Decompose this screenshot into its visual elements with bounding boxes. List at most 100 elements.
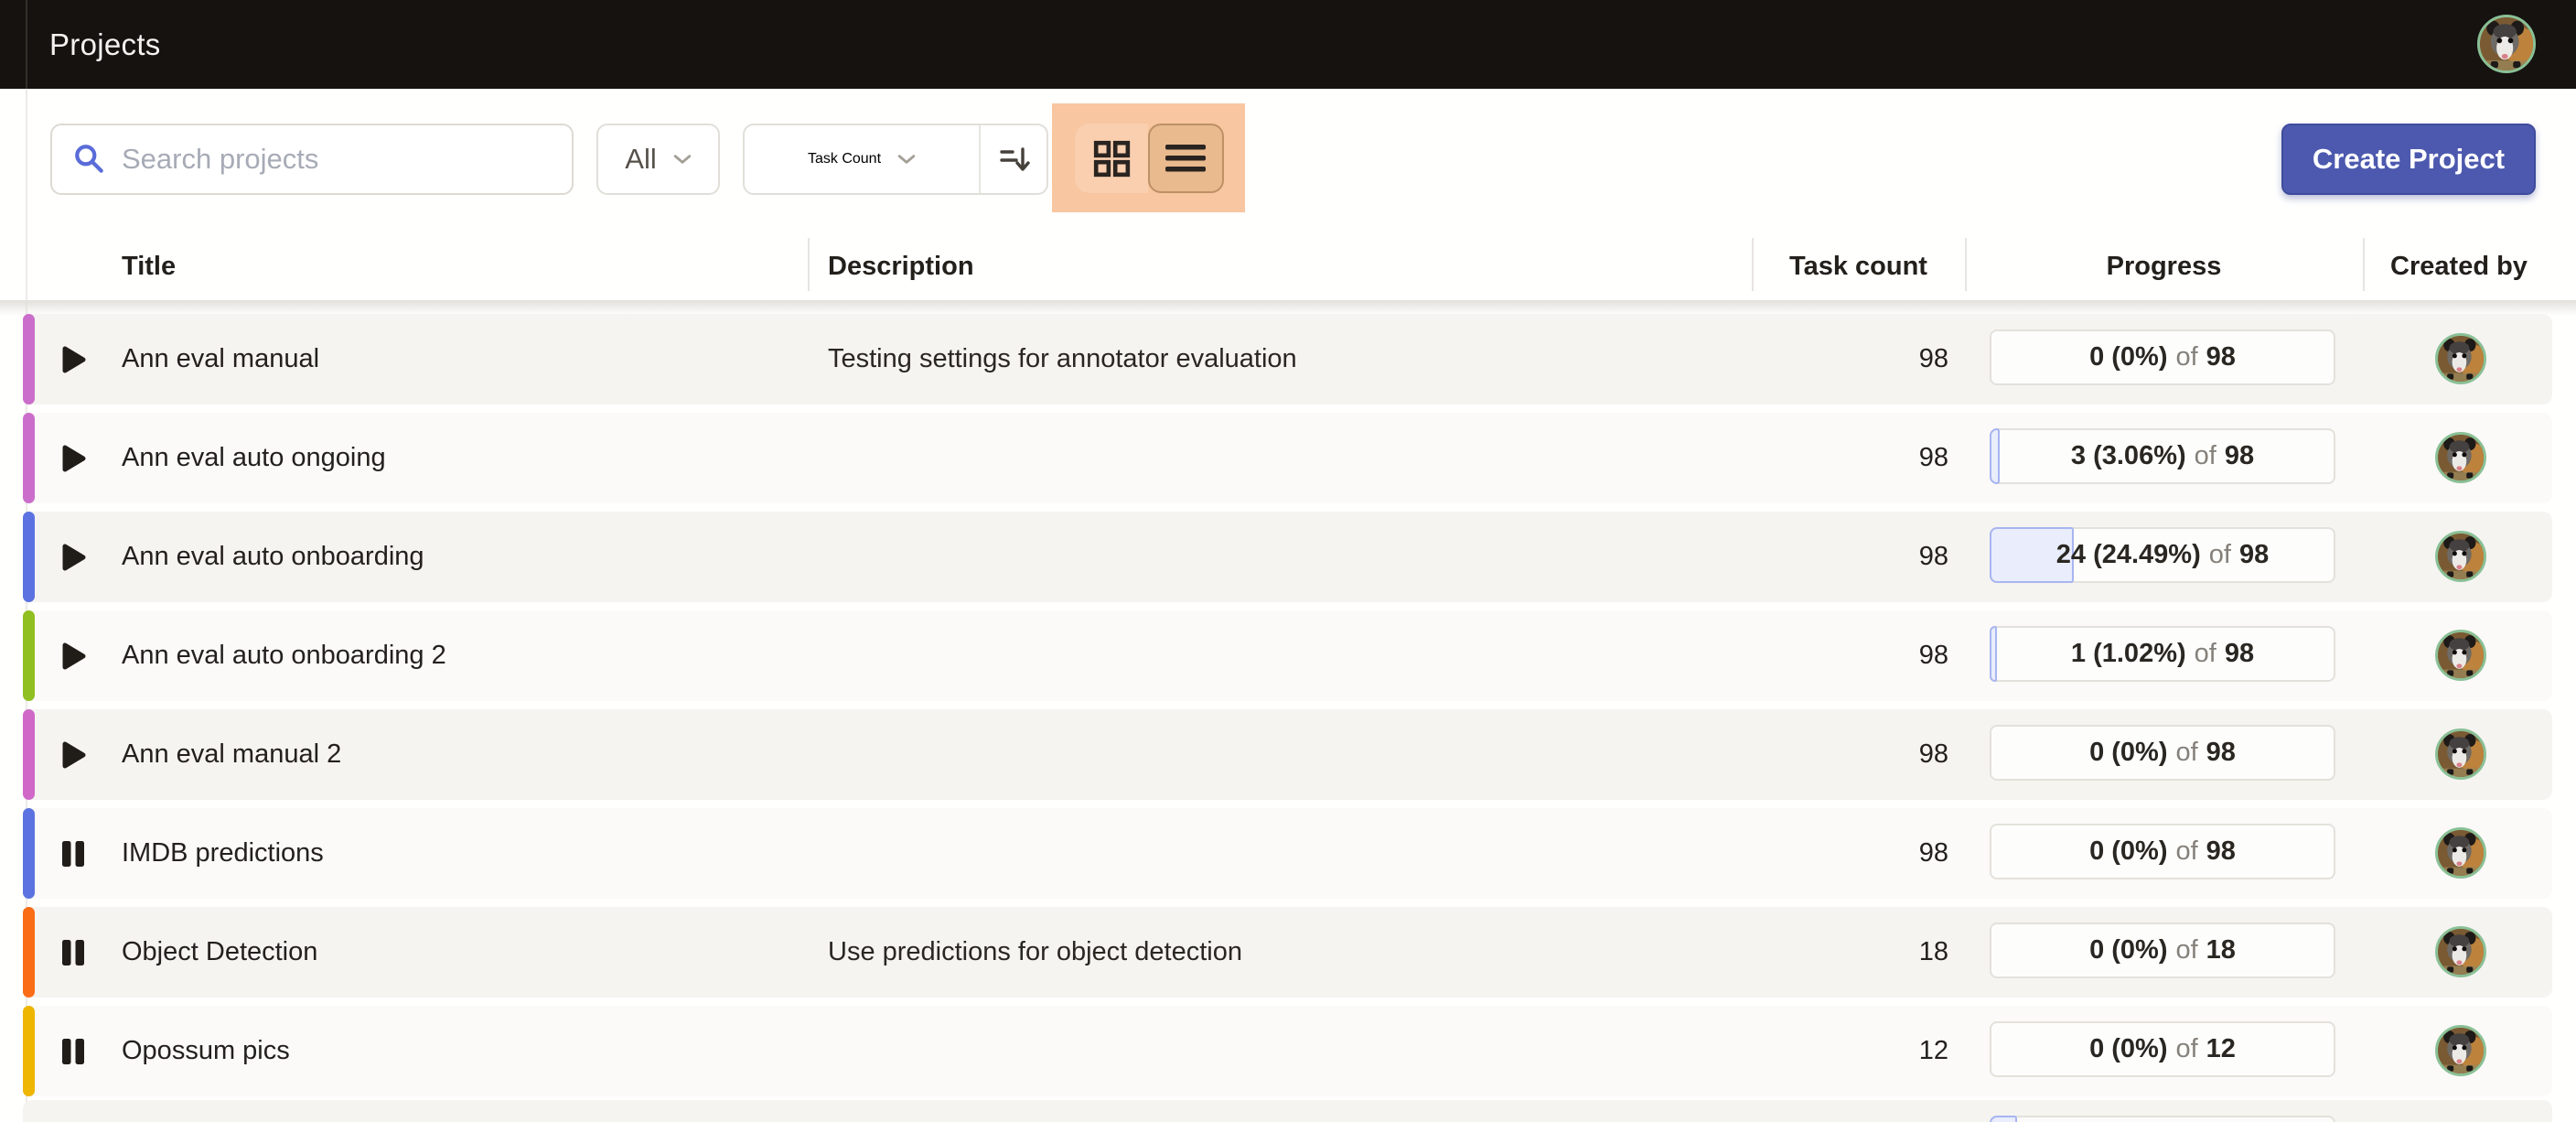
task-count-value: 98	[1752, 709, 1948, 800]
progress-bar: 0 (0%)of12	[1990, 1021, 2335, 1077]
progress-bar: 0 (0%)of98	[1990, 725, 2335, 781]
sort-direction-button[interactable]	[981, 125, 1046, 193]
opossum-avatar	[2438, 435, 2484, 480]
list-view-button[interactable]	[1148, 124, 1225, 193]
page-title: Projects	[49, 0, 161, 89]
projects-page: Projects All Task Count	[0, 0, 2576, 1122]
column-header-created-by: Created by	[2363, 231, 2555, 302]
sort-field-value: Task Count	[808, 151, 881, 167]
filter-dropdown[interactable]: All	[596, 124, 720, 195]
task-count-value: 98	[1752, 413, 1948, 503]
pause-icon[interactable]	[58, 907, 89, 998]
progress-bar	[1990, 1116, 2335, 1122]
project-row[interactable]: Ann eval auto onboarding 2 98 1 (1.02%)o…	[23, 610, 2552, 701]
project-title: Ann eval manual 2	[122, 709, 341, 800]
task-count-value	[1752, 1100, 1948, 1122]
pause-icon[interactable]	[58, 1006, 89, 1096]
play-icon[interactable]	[58, 314, 89, 405]
task-count-value: 98	[1752, 808, 1948, 899]
project-color-stripe	[23, 1006, 35, 1096]
task-count-value: 98	[1752, 314, 1948, 405]
task-count-value: 18	[1752, 907, 1948, 998]
list-view-icon	[1164, 142, 1208, 175]
project-row[interactable]: Ann eval manual Testing settings for ann…	[23, 314, 2552, 405]
opossum-avatar	[2438, 336, 2484, 382]
project-row[interactable]: Opossum pics 12 0 (0%)of12	[23, 1006, 2552, 1096]
project-row[interactable]: Ann eval auto onboarding 98 24 (24.49%)o…	[23, 512, 2552, 602]
grid-view-button[interactable]	[1075, 124, 1148, 193]
project-color-stripe	[23, 413, 35, 503]
user-avatar[interactable]	[2477, 15, 2536, 73]
view-toggle	[1075, 124, 1224, 193]
progress-label: 0 (0%)of18	[2089, 935, 2236, 966]
progress-label: 0 (0%)of12	[2089, 1034, 2236, 1064]
progress-fill	[1990, 428, 2000, 484]
opossum-avatar	[2438, 632, 2484, 678]
chevron-down-icon	[897, 154, 916, 165]
task-count-value: 98	[1752, 512, 1948, 602]
project-row[interactable]: Ann eval auto ongoing 98 3 (3.06%)of98	[23, 413, 2552, 503]
task-count-value: 12	[1752, 1006, 1948, 1096]
project-title: Ann eval auto ongoing	[122, 413, 386, 503]
opossum-avatar	[2438, 830, 2484, 876]
creator-avatar	[2435, 728, 2486, 780]
column-header-title: Title	[122, 231, 176, 302]
project-row[interactable]	[23, 1100, 2552, 1122]
opossum-avatar	[2438, 731, 2484, 777]
progress-bar: 24 (24.49%)of98	[1990, 527, 2335, 583]
app-header: Projects	[0, 0, 2576, 89]
play-icon[interactable]	[58, 610, 89, 701]
toolbar: All Task Count Create Projec	[0, 89, 2576, 235]
search-icon	[72, 142, 107, 177]
creator-avatar	[2435, 630, 2486, 681]
progress-label: 0 (0%)of98	[2089, 836, 2236, 867]
project-title: Object Detection	[122, 907, 317, 998]
project-row[interactable]: IMDB predictions 98 0 (0%)of98	[23, 808, 2552, 899]
project-color-stripe	[23, 808, 35, 899]
column-header-task-count: Task count	[1752, 231, 1965, 302]
project-description: Use predictions for object detection	[828, 907, 1242, 998]
sort-field-dropdown[interactable]: Task Count	[745, 151, 979, 167]
progress-bar: 3 (3.06%)of98	[1990, 428, 2335, 484]
progress-label: 24 (24.49%)of98	[2056, 540, 2269, 570]
search-input[interactable]	[120, 142, 572, 177]
creator-avatar	[2435, 1025, 2486, 1076]
play-icon[interactable]	[58, 709, 89, 800]
view-toggle-highlight	[1052, 103, 1245, 212]
creator-avatar	[2435, 926, 2486, 977]
project-title: Ann eval auto onboarding	[122, 512, 424, 602]
opossum-avatar	[2438, 1028, 2484, 1073]
creator-avatar	[2435, 333, 2486, 384]
chevron-down-icon	[673, 154, 692, 165]
grid-view-icon	[1092, 139, 1131, 178]
column-header-progress: Progress	[1965, 231, 2363, 302]
project-color-stripe	[23, 610, 35, 701]
progress-label: 0 (0%)of98	[2089, 738, 2236, 768]
layout-seam	[26, 0, 27, 89]
sort-descending-icon	[995, 141, 1032, 178]
progress-fill	[1990, 1116, 2017, 1122]
create-project-button[interactable]: Create Project	[2281, 124, 2536, 195]
play-icon[interactable]	[58, 512, 89, 602]
project-row[interactable]: Object Detection Use predictions for obj…	[23, 907, 2552, 998]
project-title: IMDB predictions	[122, 808, 324, 899]
project-color-stripe	[23, 314, 35, 405]
project-title: Ann eval manual	[122, 314, 319, 405]
column-divider	[808, 238, 810, 291]
creator-avatar	[2435, 827, 2486, 879]
opossum-avatar	[2438, 929, 2484, 975]
progress-label: 1 (1.02%)of98	[2071, 639, 2254, 669]
project-title: Ann eval auto onboarding 2	[122, 610, 446, 701]
project-row[interactable]: Ann eval manual 2 98 0 (0%)of98	[23, 709, 2552, 800]
play-icon[interactable]	[58, 413, 89, 503]
opossum-avatar	[2480, 17, 2533, 70]
creator-avatar	[2435, 432, 2486, 483]
progress-bar: 0 (0%)of18	[1990, 922, 2335, 978]
project-description: Testing settings for annotator evaluatio…	[828, 314, 1297, 405]
project-title: Opossum pics	[122, 1006, 290, 1096]
filter-value: All	[625, 143, 656, 176]
pause-icon[interactable]	[58, 808, 89, 899]
project-color-stripe	[23, 512, 35, 602]
project-color-stripe	[23, 907, 35, 998]
opossum-avatar	[2438, 534, 2484, 579]
